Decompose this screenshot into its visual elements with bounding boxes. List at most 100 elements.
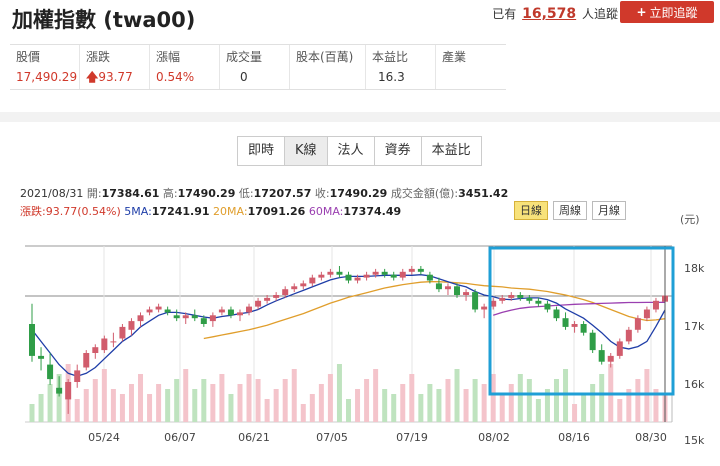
volume-bar bbox=[183, 369, 189, 422]
candle-body bbox=[625, 329, 632, 342]
ma60-line bbox=[493, 301, 666, 316]
candle-body bbox=[508, 295, 515, 298]
candle-body bbox=[454, 286, 461, 295]
candle-body bbox=[282, 289, 289, 295]
candle-body bbox=[56, 387, 63, 394]
candle-body bbox=[83, 353, 90, 368]
candle-body bbox=[264, 297, 271, 301]
volume-bar bbox=[336, 364, 342, 422]
volume-bar bbox=[128, 384, 134, 422]
candle-body bbox=[164, 309, 171, 313]
candle-body bbox=[363, 274, 370, 278]
candle-body bbox=[535, 300, 542, 304]
volume-bar bbox=[327, 374, 333, 422]
candle-body bbox=[381, 271, 388, 275]
candle-body bbox=[173, 315, 180, 319]
volume-bar bbox=[445, 379, 451, 422]
candle-body bbox=[562, 318, 569, 327]
candle-body bbox=[309, 277, 316, 284]
candle-body bbox=[426, 274, 433, 281]
volume-bar bbox=[436, 389, 442, 422]
volume-bar bbox=[246, 374, 252, 422]
volume-bar bbox=[255, 379, 261, 422]
candle-body bbox=[327, 271, 334, 275]
candle-body bbox=[580, 324, 587, 333]
volume-bar bbox=[553, 379, 559, 422]
volume-bar bbox=[355, 389, 361, 422]
kline-chart[interactable]: 05/24 06/07 06/21 07/05 07/19 08/02 08/16 08/30… bbox=[0, 0, 720, 466]
volume-bar bbox=[282, 379, 288, 422]
x-tick-label: 07/19 bbox=[396, 431, 428, 444]
candle-body bbox=[318, 274, 325, 278]
volume-bar bbox=[219, 374, 225, 422]
volume-bar bbox=[201, 379, 207, 422]
candle-body bbox=[119, 326, 126, 339]
candle-body bbox=[589, 332, 596, 351]
candle-body bbox=[481, 306, 488, 310]
volume-bar bbox=[92, 379, 98, 422]
candle-body bbox=[417, 268, 424, 272]
volume-bar bbox=[47, 384, 53, 422]
candle-body bbox=[74, 370, 81, 382]
volume-bar bbox=[83, 389, 89, 422]
candle-body bbox=[571, 324, 578, 327]
volume-bar bbox=[481, 384, 487, 422]
candle-body bbox=[255, 300, 262, 307]
x-tick-label: 08/16 bbox=[558, 431, 590, 444]
candle-body bbox=[137, 315, 144, 322]
candle-body bbox=[227, 309, 234, 316]
y-tick-label: 16k bbox=[684, 378, 705, 391]
volume-bar bbox=[590, 384, 596, 422]
volume-bar bbox=[101, 369, 107, 422]
volume-bar bbox=[617, 399, 623, 422]
volume-bar bbox=[508, 384, 514, 422]
volume-bar bbox=[264, 399, 270, 422]
volume-bar bbox=[373, 369, 379, 422]
candle-body bbox=[29, 324, 35, 356]
candle-body bbox=[155, 306, 162, 310]
candle-body bbox=[544, 303, 551, 310]
candle-body bbox=[65, 382, 72, 400]
volume-bar bbox=[364, 379, 370, 422]
y-tick-label: 18k bbox=[684, 262, 705, 275]
candle-body bbox=[218, 309, 225, 313]
candle-body bbox=[616, 341, 623, 356]
candle-body bbox=[643, 309, 650, 319]
volume-bar bbox=[174, 379, 180, 422]
candle-body bbox=[435, 283, 442, 290]
candle-body bbox=[526, 297, 533, 301]
candle-body bbox=[634, 318, 641, 330]
volume-bar bbox=[346, 399, 351, 422]
candle-body bbox=[354, 277, 361, 281]
volume-bar bbox=[74, 399, 80, 422]
candle-body bbox=[182, 315, 189, 319]
candle-body bbox=[463, 292, 470, 295]
volume-bar bbox=[499, 394, 505, 422]
volume-bar bbox=[165, 389, 171, 422]
candle-body bbox=[101, 338, 108, 351]
volume-bar bbox=[409, 374, 415, 422]
candle-body bbox=[372, 271, 379, 275]
page-root: 加權指數 (twa00) 已有 16,578 人追蹤 + 立即追蹤 股價 17,… bbox=[0, 0, 720, 466]
volume-bar bbox=[237, 384, 243, 422]
candle-body bbox=[92, 347, 99, 353]
candle-body bbox=[128, 321, 135, 330]
volume-bar bbox=[147, 394, 153, 422]
volume-bar bbox=[581, 394, 587, 422]
volume-bar bbox=[382, 389, 388, 422]
candle-body bbox=[200, 318, 207, 324]
ma20-line bbox=[203, 281, 666, 340]
candle-body bbox=[38, 355, 45, 359]
candle-body bbox=[246, 306, 253, 313]
candle-body bbox=[444, 286, 451, 290]
candle-body bbox=[607, 355, 614, 362]
volume-bar bbox=[535, 399, 541, 422]
volume-bar bbox=[38, 394, 44, 422]
volume-bar bbox=[29, 404, 35, 422]
volume-bar bbox=[318, 384, 324, 422]
volume-bar bbox=[273, 389, 279, 422]
volume-bar bbox=[300, 404, 306, 422]
candle-body bbox=[209, 315, 216, 322]
ma5-line bbox=[31, 274, 666, 377]
candle-body bbox=[273, 295, 280, 298]
